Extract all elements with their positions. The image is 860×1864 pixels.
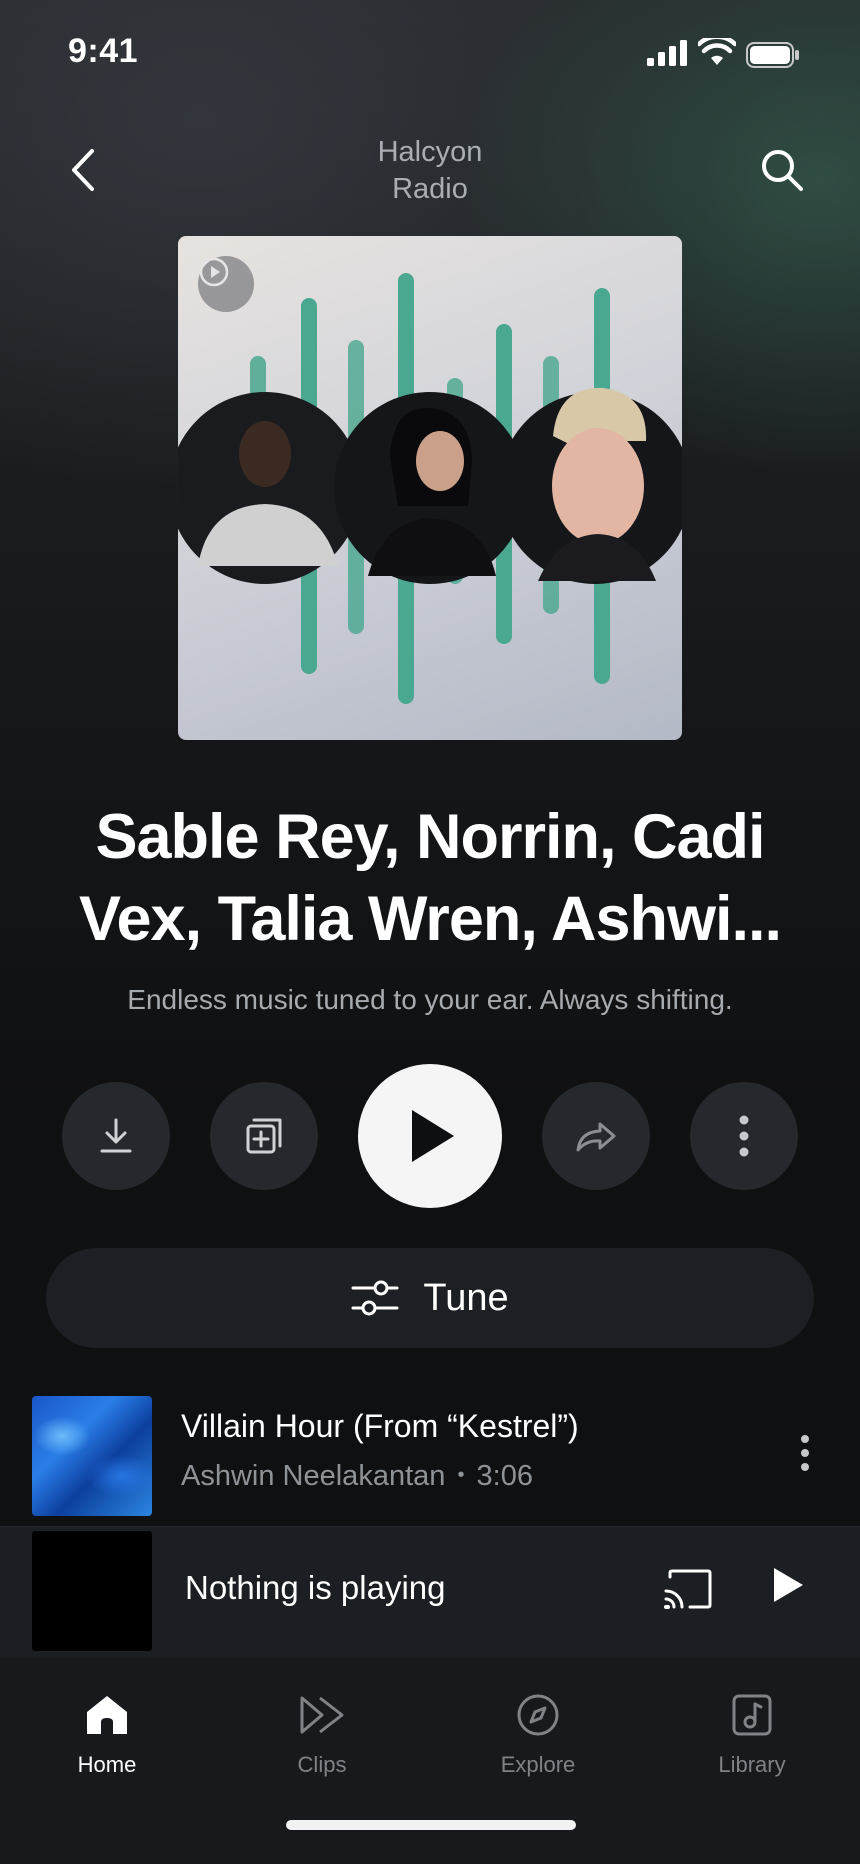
track-thumbnail — [32, 1396, 152, 1516]
nav-item-clips[interactable]: Clips — [242, 1690, 402, 1778]
action-row — [0, 1064, 860, 1208]
download-button[interactable] — [62, 1082, 170, 1190]
battery-icon — [746, 42, 800, 73]
tune-button[interactable]: Tune — [46, 1248, 814, 1348]
back-button[interactable] — [58, 140, 108, 200]
clips-icon — [300, 1696, 344, 1734]
play-button[interactable] — [358, 1064, 502, 1208]
nav-item-home[interactable]: Home — [27, 1690, 187, 1778]
page-title-line1: Halcyon — [377, 136, 483, 168]
track-title: Villain Hour (From “Kestrel”) — [181, 1408, 579, 1444]
nav-item-explore[interactable]: Explore — [458, 1690, 618, 1778]
track-artist: Ashwin Neelakantan — [181, 1460, 446, 1492]
search-button[interactable] — [754, 142, 810, 198]
bottom-navigation: Home Clips Explore Library — [0, 1658, 860, 1864]
mini-player[interactable]: Nothing is playing — [0, 1526, 860, 1659]
share-icon — [576, 1122, 616, 1152]
play-icon — [412, 1110, 454, 1162]
cellular-signal-icon — [647, 40, 689, 71]
save-to-library-button[interactable] — [210, 1082, 318, 1190]
home-icon — [87, 1696, 127, 1734]
download-icon — [100, 1118, 132, 1153]
mini-player-status: Nothing is playing — [185, 1569, 446, 1606]
artwork-illustration — [178, 273, 682, 704]
artist-portrait-3 — [499, 387, 682, 584]
play-icon — [774, 1568, 803, 1602]
wifi-icon — [696, 34, 738, 71]
share-button[interactable] — [542, 1082, 650, 1190]
nav-label-explore: Explore — [500, 1752, 576, 1777]
more-vertical-icon — [801, 1435, 809, 1471]
station-description: Endless music tuned to your ear. Always … — [127, 984, 733, 1015]
cast-button[interactable] — [662, 1567, 714, 1616]
station-title: Sable Rey, Norrin, Cadi Vex, Talia Wren,… — [78, 802, 782, 954]
search-icon — [762, 150, 803, 191]
chevron-left-icon — [72, 149, 94, 191]
status-bar: 9:41 — [0, 0, 860, 110]
sliders-icon — [351, 1280, 399, 1316]
library-icon — [732, 1694, 772, 1736]
more-vertical-icon — [739, 1115, 749, 1157]
compass-icon — [517, 1694, 559, 1736]
station-artwork — [178, 236, 682, 740]
artist-portrait-2 — [334, 392, 526, 584]
track-duration: 3:06 — [476, 1460, 533, 1492]
track-subtitle: Ashwin Neelakantan • 3:06 — [181, 1460, 533, 1493]
page-title: Halcyon Radio — [280, 134, 580, 208]
nav-label-library: Library — [718, 1752, 786, 1777]
mini-player-artwork — [32, 1531, 152, 1651]
nav-label-clips: Clips — [297, 1752, 347, 1777]
nav-item-library[interactable]: Library — [672, 1690, 832, 1778]
tune-label: Tune — [423, 1276, 509, 1319]
cast-icon — [664, 1569, 712, 1609]
radio-play-icon — [199, 257, 229, 287]
track-more-button[interactable] — [790, 1428, 820, 1478]
artist-portrait-1 — [178, 392, 361, 584]
more-options-button[interactable] — [690, 1082, 798, 1190]
radio-badge — [198, 256, 254, 312]
top-bar: Halcyon Radio — [0, 128, 860, 218]
track-row[interactable]: Villain Hour (From “Kestrel”) Ashwin Nee… — [0, 1394, 860, 1522]
mini-play-button[interactable] — [770, 1565, 806, 1610]
add-to-library-icon — [246, 1118, 282, 1154]
track-separator: • — [457, 1464, 465, 1486]
nav-label-home: Home — [77, 1752, 137, 1777]
page-title-line2: Radio — [392, 173, 468, 205]
status-time: 9:41 — [68, 32, 139, 70]
home-indicator — [286, 1820, 576, 1830]
